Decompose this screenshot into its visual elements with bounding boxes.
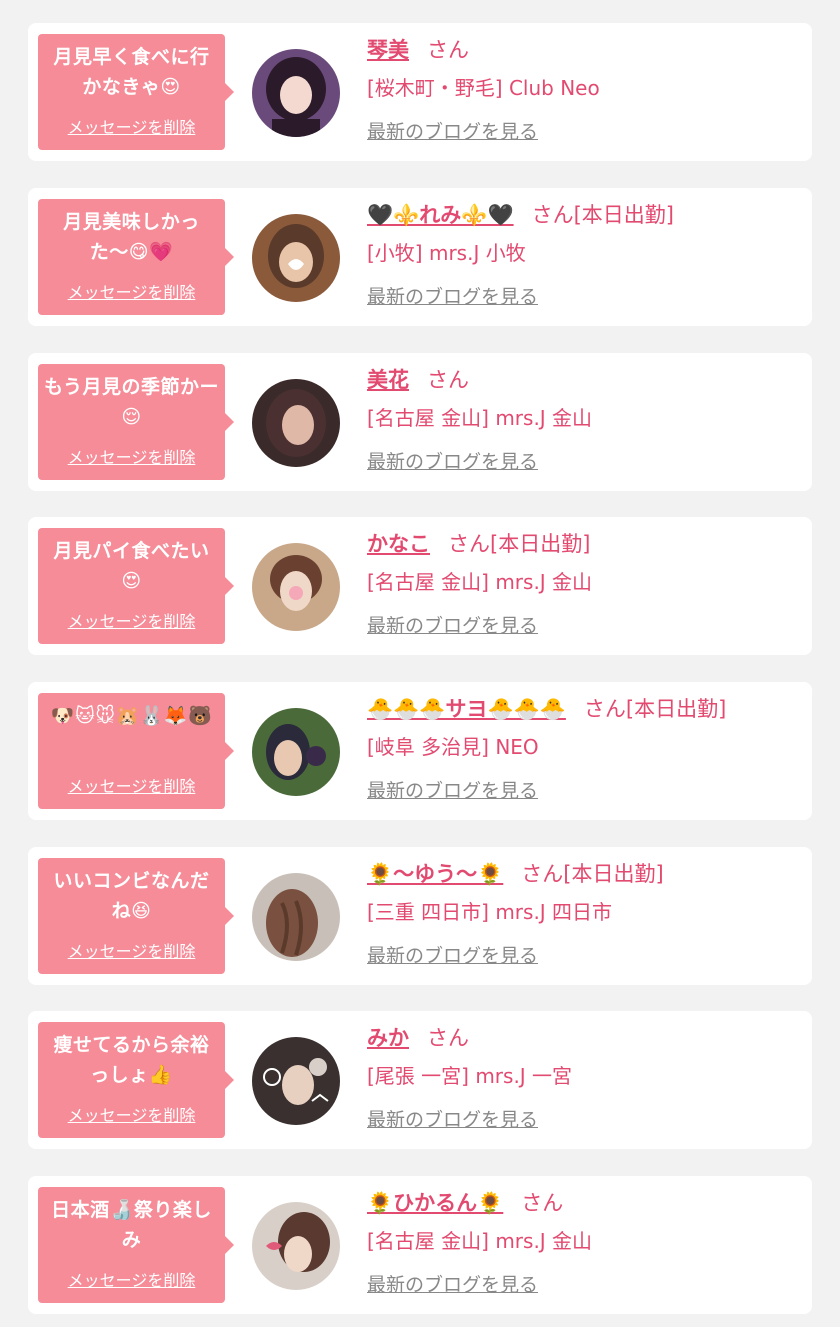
latest-blog-link[interactable]: 最新のブログを見る bbox=[367, 1105, 538, 1132]
message-text: いいコンビなんだね😆 bbox=[53, 870, 210, 922]
message-bubble: 痩せてるから余裕っしょ👍 メッセージを削除 bbox=[38, 1022, 234, 1138]
cast-name-link[interactable]: 美花 bbox=[367, 368, 409, 392]
shop-label: [三重 四日市] mrs.J 四日市 bbox=[367, 900, 613, 924]
latest-blog-link[interactable]: 最新のブログを見る bbox=[367, 1270, 538, 1297]
shop-label: [名古屋 金山] mrs.J 金山 bbox=[367, 406, 593, 430]
avatar[interactable] bbox=[252, 543, 340, 631]
message-bubble: いいコンビなんだね😆 メッセージを削除 bbox=[38, 858, 234, 974]
avatar-photo bbox=[252, 49, 340, 137]
latest-blog-link[interactable]: 最新のブログを見る bbox=[367, 282, 538, 309]
cast-name-link[interactable]: 🌻ひかるん🌻 bbox=[367, 1191, 503, 1215]
delete-message-link[interactable]: メッセージを削除 bbox=[44, 444, 219, 468]
name-suffix: さん bbox=[427, 1026, 469, 1050]
message-card: 痩せてるから余裕っしょ👍 メッセージを削除 みか さん [尾張 一宮] mrs.J… bbox=[28, 1011, 812, 1149]
message-card: 日本酒🍶祭り楽しみ メッセージを削除 🌻ひかるん🌻 さん [名古屋 金山] mrs… bbox=[28, 1176, 812, 1314]
message-card: 🐶🐱🐭🐹🐰🦊🐻 メッセージを削除 🐣🐣🐣サヨ🐣🐣🐣 さん[本日出勤] [岐阜 多治… bbox=[28, 682, 812, 820]
message-bubble: 日本酒🍶祭り楽しみ メッセージを削除 bbox=[38, 1187, 234, 1303]
message-card: 月見美味しかった〜😋💗 メッセージを削除 🖤⚜️れみ⚜️🖤 さん[本日出勤] [小… bbox=[28, 188, 812, 326]
message-text: 月見美味しかった〜😋💗 bbox=[63, 211, 200, 263]
cast-info: かなこ さん[本日出勤] [名古屋 金山] mrs.J 金山 最新のブログを見る bbox=[367, 529, 807, 638]
name-suffix: さん[本日出勤] bbox=[448, 532, 591, 556]
cast-info: 琴美 さん [桜木町・野毛] Club Neo 最新のブログを見る bbox=[367, 35, 807, 144]
name-row: みか さん bbox=[367, 1023, 807, 1053]
message-list: 月見早く食べに行かなきゃ😍 メッセージを削除 琴美 さん [桜木町・野毛] Clu… bbox=[0, 0, 840, 1327]
name-suffix: さん[本日出勤] bbox=[521, 862, 664, 886]
cast-info: 🌻〜ゆう〜🌻 さん[本日出勤] [三重 四日市] mrs.J 四日市 最新のブログ… bbox=[367, 859, 807, 968]
cast-name-link[interactable]: 🐣🐣🐣サヨ🐣🐣🐣 bbox=[367, 697, 566, 721]
message-bubble: 月見早く食べに行かなきゃ😍 メッセージを削除 bbox=[38, 34, 234, 150]
message-bubble: 月見パイ食べたい😍 メッセージを削除 bbox=[38, 528, 234, 644]
delete-message-link[interactable]: メッセージを削除 bbox=[44, 773, 219, 797]
name-row: 🖤⚜️れみ⚜️🖤 さん[本日出勤] bbox=[367, 200, 807, 230]
shop-label: [桜木町・野毛] Club Neo bbox=[367, 76, 600, 100]
message-card: いいコンビなんだね😆 メッセージを削除 🌻〜ゆう〜🌻 さん[本日出勤] [三重 四… bbox=[28, 847, 812, 985]
avatar-photo bbox=[252, 214, 340, 302]
message-text: 痩せてるから余裕っしょ👍 bbox=[53, 1034, 210, 1086]
message-bubble: もう月見の季節かー😌 メッセージを削除 bbox=[38, 364, 234, 480]
cast-info: 🐣🐣🐣サヨ🐣🐣🐣 さん[本日出勤] [岐阜 多治見] NEO 最新のブログを見る bbox=[367, 694, 807, 803]
message-text: 月見早く食べに行かなきゃ😍 bbox=[53, 46, 210, 98]
name-suffix: さん[本日出勤] bbox=[531, 203, 674, 227]
avatar-photo bbox=[252, 543, 340, 631]
delete-message-link[interactable]: メッセージを削除 bbox=[44, 1267, 219, 1291]
message-text: 日本酒🍶祭り楽しみ bbox=[51, 1199, 212, 1251]
delete-message-link[interactable]: メッセージを削除 bbox=[44, 608, 219, 632]
name-row: 🌻ひかるん🌻 さん bbox=[367, 1188, 807, 1218]
name-suffix: さん bbox=[427, 368, 469, 392]
message-bubble: 🐶🐱🐭🐹🐰🦊🐻 メッセージを削除 bbox=[38, 693, 234, 809]
cast-info: 🌻ひかるん🌻 さん [名古屋 金山] mrs.J 金山 最新のブログを見る bbox=[367, 1188, 807, 1297]
message-text: もう月見の季節かー😌 bbox=[44, 376, 219, 428]
message-text: 月見パイ食べたい😍 bbox=[53, 540, 210, 592]
delete-message-link[interactable]: メッセージを削除 bbox=[44, 279, 219, 303]
latest-blog-link[interactable]: 最新のブログを見る bbox=[367, 941, 538, 968]
cast-name-link[interactable]: 🖤⚜️れみ⚜️🖤 bbox=[367, 203, 514, 227]
delete-message-link[interactable]: メッセージを削除 bbox=[44, 1102, 219, 1126]
name-row: 美花 さん bbox=[367, 365, 807, 395]
avatar[interactable] bbox=[252, 1037, 340, 1125]
message-card: もう月見の季節かー😌 メッセージを削除 美花 さん [名古屋 金山] mrs.J … bbox=[28, 353, 812, 491]
cast-name-link[interactable]: みか bbox=[367, 1026, 409, 1050]
name-row: 琴美 さん bbox=[367, 35, 807, 65]
cast-name-link[interactable]: 🌻〜ゆう〜🌻 bbox=[367, 862, 503, 886]
avatar-photo bbox=[252, 379, 340, 467]
cast-info: みか さん [尾張 一宮] mrs.J 一宮 最新のブログを見る bbox=[367, 1023, 807, 1132]
latest-blog-link[interactable]: 最新のブログを見る bbox=[367, 117, 538, 144]
avatar[interactable] bbox=[252, 49, 340, 137]
name-row: 🐣🐣🐣サヨ🐣🐣🐣 さん[本日出勤] bbox=[367, 694, 807, 724]
delete-message-link[interactable]: メッセージを削除 bbox=[44, 938, 219, 962]
name-suffix: さん bbox=[521, 1191, 564, 1215]
message-bubble: 月見美味しかった〜😋💗 メッセージを削除 bbox=[38, 199, 234, 315]
avatar-photo bbox=[252, 1037, 340, 1125]
avatar[interactable] bbox=[252, 873, 340, 961]
avatar[interactable] bbox=[252, 214, 340, 302]
name-suffix: さん[本日出勤] bbox=[583, 697, 727, 721]
shop-label: [名古屋 金山] mrs.J 金山 bbox=[367, 1229, 593, 1253]
delete-message-link[interactable]: メッセージを削除 bbox=[44, 114, 219, 138]
message-text: 🐶🐱🐭🐹🐰🦊🐻 bbox=[50, 705, 213, 727]
avatar-photo bbox=[252, 1202, 340, 1290]
name-row: 🌻〜ゆう〜🌻 さん[本日出勤] bbox=[367, 859, 807, 889]
latest-blog-link[interactable]: 最新のブログを見る bbox=[367, 611, 538, 638]
shop-label: [名古屋 金山] mrs.J 金山 bbox=[367, 570, 593, 594]
shop-label: [尾張 一宮] mrs.J 一宮 bbox=[367, 1064, 573, 1088]
message-card: 月見パイ食べたい😍 メッセージを削除 かなこ さん[本日出勤] [名古屋 金山] … bbox=[28, 517, 812, 655]
avatar[interactable] bbox=[252, 1202, 340, 1290]
shop-label: [岐阜 多治見] NEO bbox=[367, 735, 539, 759]
cast-info: 美花 さん [名古屋 金山] mrs.J 金山 最新のブログを見る bbox=[367, 365, 807, 474]
cast-info: 🖤⚜️れみ⚜️🖤 さん[本日出勤] [小牧] mrs.J 小牧 最新のブログを見る bbox=[367, 200, 807, 309]
avatar-photo bbox=[252, 708, 340, 796]
avatar[interactable] bbox=[252, 708, 340, 796]
shop-label: [小牧] mrs.J 小牧 bbox=[367, 241, 526, 265]
avatar-photo bbox=[252, 873, 340, 961]
cast-name-link[interactable]: 琴美 bbox=[367, 38, 409, 62]
latest-blog-link[interactable]: 最新のブログを見る bbox=[367, 447, 538, 474]
name-row: かなこ さん[本日出勤] bbox=[367, 529, 807, 559]
message-card: 月見早く食べに行かなきゃ😍 メッセージを削除 琴美 さん [桜木町・野毛] Clu… bbox=[28, 23, 812, 161]
name-suffix: さん bbox=[427, 38, 469, 62]
cast-name-link[interactable]: かなこ bbox=[367, 532, 430, 556]
latest-blog-link[interactable]: 最新のブログを見る bbox=[367, 776, 538, 803]
avatar[interactable] bbox=[252, 379, 340, 467]
